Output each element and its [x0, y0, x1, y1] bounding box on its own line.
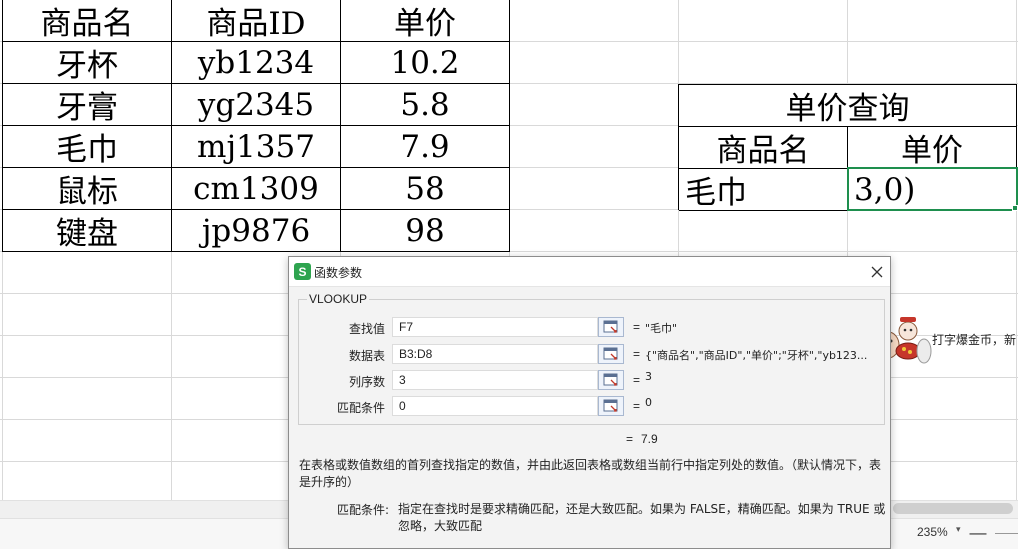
table-cell[interactable]: jp9876	[172, 210, 341, 252]
lookup-header-name[interactable]: 商品名	[679, 127, 848, 169]
table-cell[interactable]: 牙膏	[3, 84, 172, 126]
product-table: 商品名 商品ID 单价 牙杯 yb1234 10.2 牙膏 yg2345 5.8…	[2, 0, 510, 252]
range-select-icon	[603, 399, 618, 412]
table-cell[interactable]: yg2345	[172, 84, 341, 126]
range-select-icon	[603, 347, 618, 360]
arg-result-range-lookup: 0	[645, 396, 652, 409]
arg-result-lookup-value: "毛巾"	[645, 322, 678, 335]
table-cell[interactable]: 58	[341, 168, 510, 210]
zoom-slider[interactable]	[995, 533, 1018, 534]
arg-input-lookup-value[interactable]: F7	[392, 317, 598, 337]
range-select-button[interactable]	[598, 317, 624, 337]
arg-input-col-index[interactable]: 3	[392, 370, 598, 390]
lookup-value-price[interactable]: 3,0)	[848, 169, 1017, 211]
close-button[interactable]	[865, 260, 889, 284]
table-cell[interactable]: cm1309	[172, 168, 341, 210]
arg-input-table-array[interactable]: B3:D8	[392, 344, 598, 364]
arg-equals: =	[633, 347, 641, 361]
table-cell[interactable]: 5.8	[341, 84, 510, 126]
range-select-icon	[603, 320, 618, 333]
table-cell[interactable]: 98	[341, 210, 510, 252]
zoom-level[interactable]: 235%	[917, 525, 948, 539]
arg-equals: =	[633, 399, 641, 413]
table-cell[interactable]: yb1234	[172, 42, 341, 84]
arg-result-col-index: 3	[645, 370, 652, 383]
price-lookup-table: 单价查询 商品名 单价 毛巾 3,0)	[678, 84, 1017, 211]
param-help-text: 指定在查找时是要求精确匹配，还是大致匹配。如果为 FALSE，精确匹配。如果为 …	[398, 502, 886, 533]
scrollbar-thumb[interactable]	[893, 503, 1013, 514]
arg-label-range-lookup: 匹配条件	[336, 401, 385, 415]
table-cell[interactable]: 鼠标	[3, 168, 172, 210]
range-select-button[interactable]	[598, 344, 624, 364]
header-product-id[interactable]: 商品ID	[172, 0, 341, 42]
arg-equals: =	[633, 320, 641, 334]
param-help-label: 匹配条件:	[337, 503, 390, 517]
table-cell[interactable]: 10.2	[341, 42, 510, 84]
arg-equals: =	[633, 373, 641, 387]
function-arguments-dialog: S 函数参数 VLOOKUP 查找值 F7 = "毛巾" 数据表 B3:D8 =…	[288, 256, 891, 549]
header-unit-price[interactable]: 单价	[341, 0, 510, 42]
range-select-button[interactable]	[598, 370, 624, 390]
header-product-name[interactable]: 商品名	[3, 0, 172, 42]
close-icon	[871, 266, 883, 278]
table-cell[interactable]: 牙杯	[3, 42, 172, 84]
table-cell[interactable]: 7.9	[341, 126, 510, 168]
arg-label-table-array: 数据表	[348, 349, 385, 363]
fill-handle[interactable]	[1012, 205, 1018, 211]
range-select-button[interactable]	[598, 396, 624, 416]
table-cell[interactable]: 键盘	[3, 210, 172, 252]
lookup-header-price[interactable]: 单价	[848, 127, 1017, 169]
lookup-title[interactable]: 单价查询	[679, 85, 1017, 127]
formula-result: 7.9	[641, 432, 658, 446]
dialog-title-bar[interactable]: S 函数参数	[289, 257, 890, 287]
range-select-icon	[603, 373, 618, 386]
arg-input-range-lookup[interactable]: 0	[392, 396, 598, 416]
zoom-out-button[interactable]: —	[967, 519, 989, 547]
arg-label-col-index: 列序数	[348, 375, 385, 389]
arg-result-table-array: {"商品名","商品ID","单价";"牙杯","yb123...	[645, 349, 868, 362]
arg-label-lookup-value: 查找值	[348, 322, 385, 336]
function-name: VLOOKUP	[307, 292, 370, 306]
table-cell[interactable]: 毛巾	[3, 126, 172, 168]
app-icon: S	[294, 263, 311, 280]
lookup-value-name[interactable]: 毛巾	[679, 169, 848, 211]
chevron-down-icon[interactable]: ▾	[956, 525, 961, 535]
promo-text[interactable]: 打字爆金币，新	[932, 331, 1016, 348]
function-description: 在表格或数值数组的首列查找指定的数值，并由此返回表格或数组当前行中指定列处的数值…	[299, 458, 882, 489]
formula-result-equals: =	[626, 432, 634, 446]
table-cell[interactable]: mj1357	[172, 126, 341, 168]
dialog-title: 函数参数	[314, 266, 363, 280]
